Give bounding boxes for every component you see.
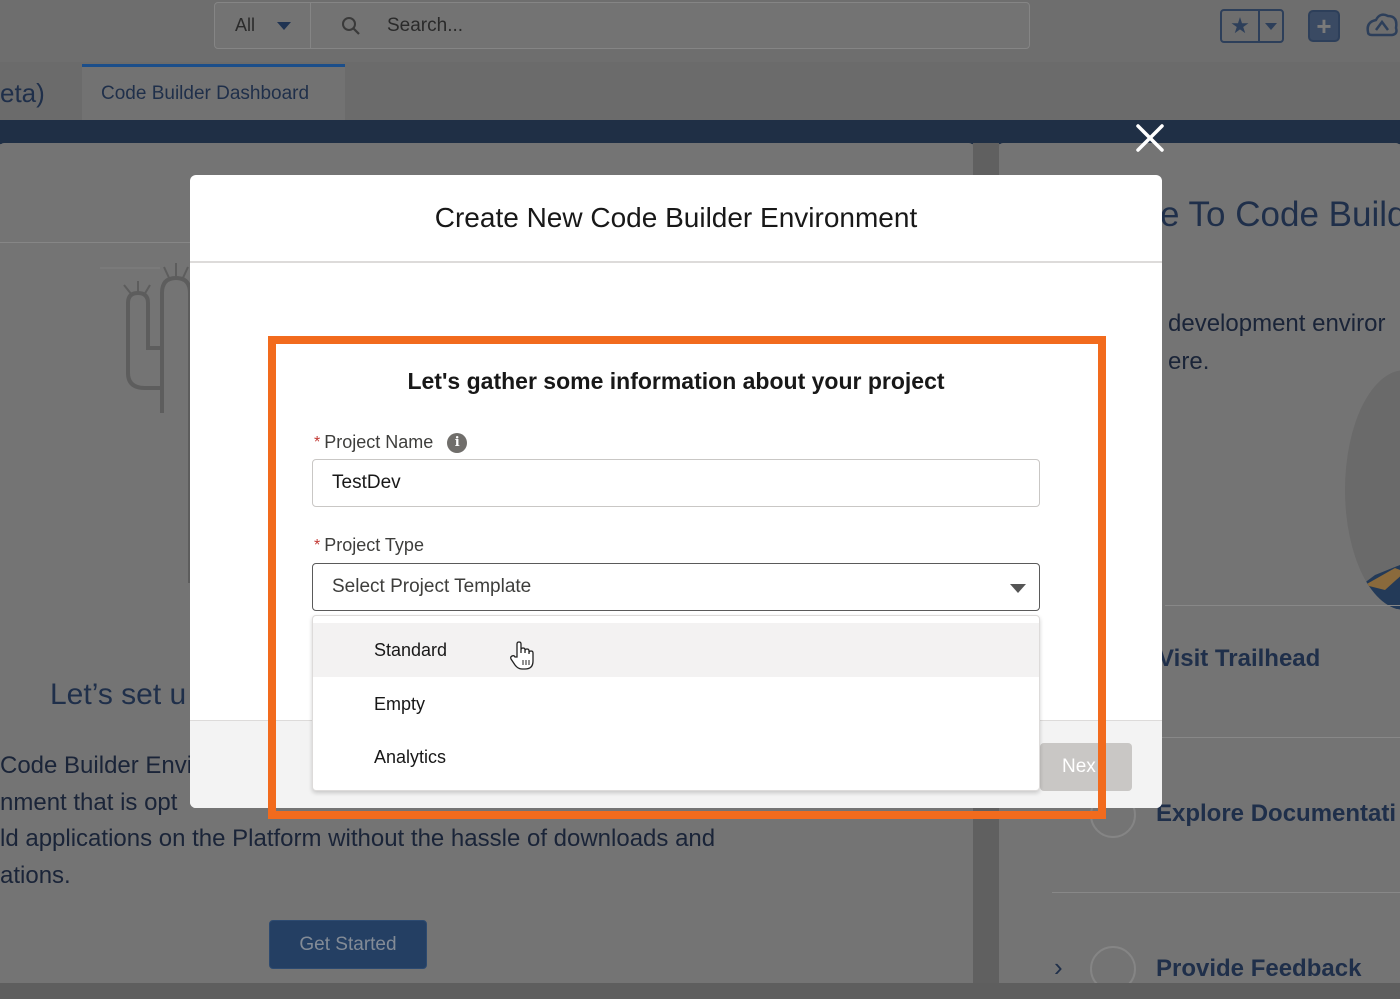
app-name: eta) — [0, 78, 45, 108]
cloud-icon[interactable] — [1364, 8, 1400, 42]
hand-pointer-icon — [510, 641, 534, 670]
project-type-label-text: Project Type — [324, 535, 424, 555]
tab-code-builder-dashboard[interactable]: Code Builder Dashboard — [82, 64, 345, 120]
option-analytics[interactable]: Analytics — [313, 730, 1039, 784]
search-input[interactable]: Search... — [387, 15, 463, 37]
welcome-title: e To Code Builde — [1160, 195, 1400, 234]
info-icon[interactable]: i — [447, 432, 468, 453]
option-label: Analytics — [374, 746, 447, 767]
explore-documentation-link[interactable]: Explore Documentati — [1156, 800, 1396, 828]
search-icon — [342, 16, 360, 35]
project-type-select[interactable]: Select Project Template — [312, 563, 1040, 611]
bottom-bar — [0, 983, 1400, 999]
setup-description-line: ations. — [0, 861, 71, 889]
page-header-band — [0, 120, 1400, 144]
setup-description-line: ld applications on the Platform without … — [0, 825, 716, 852]
close-icon[interactable] — [1134, 122, 1166, 154]
get-started-button[interactable]: Get Started — [269, 920, 427, 969]
welcome-description-line: development enviror — [1168, 310, 1386, 337]
modal-title: Create New Code Builder Environment — [190, 175, 1162, 263]
tab-label: Code Builder Dashboard — [101, 82, 310, 104]
global-header: All Search... ★ + — [0, 0, 1400, 62]
star-icon[interactable]: ★ — [1222, 11, 1260, 41]
search-scope-dropdown[interactable]: All — [215, 3, 311, 48]
cactus-illustration — [100, 263, 190, 583]
option-standard[interactable]: Standard — [313, 623, 1039, 677]
setup-title: Let’s set u — [50, 678, 187, 711]
welcome-divider — [1165, 605, 1400, 606]
option-label: Standard — [374, 639, 448, 660]
search-scope-label: All — [235, 15, 256, 35]
form-title: Let's gather some information about your… — [407, 368, 945, 394]
project-name-input[interactable]: TestDev — [312, 459, 1040, 507]
option-label: Empty — [374, 693, 426, 714]
welcome-description-line: ere. — [1168, 348, 1210, 375]
chevron-down-icon — [1265, 22, 1277, 30]
required-marker: * — [314, 433, 321, 451]
required-marker: * — [314, 536, 321, 554]
provide-feedback-link[interactable]: Provide Feedback — [1156, 955, 1361, 983]
next-button[interactable]: Nex — [1040, 743, 1132, 791]
visit-trailhead-link[interactable]: Visit Trailhead — [1158, 645, 1320, 673]
favorites-button[interactable]: ★ — [1220, 9, 1284, 43]
option-empty[interactable]: Empty — [313, 677, 1039, 731]
global-actions-plus-icon[interactable]: + — [1308, 10, 1340, 42]
favorites-dropdown[interactable] — [1260, 11, 1282, 41]
welcome-description: development enviror ere. — [1168, 305, 1385, 381]
link-divider — [1052, 892, 1400, 893]
project-type-label: * Project Type — [314, 535, 424, 556]
project-name-label: * Project Name i — [314, 432, 468, 453]
project-name-label-text: Project Name — [324, 432, 434, 452]
chevron-down-icon — [277, 21, 292, 30]
project-type-placeholder: Select Project Template — [332, 576, 532, 597]
global-search: All Search... — [214, 2, 1030, 49]
chevron-right-icon[interactable]: › — [1054, 952, 1063, 983]
chevron-down-icon — [1010, 584, 1026, 593]
project-type-dropdown: Standard Empty Analytics — [312, 615, 1040, 791]
